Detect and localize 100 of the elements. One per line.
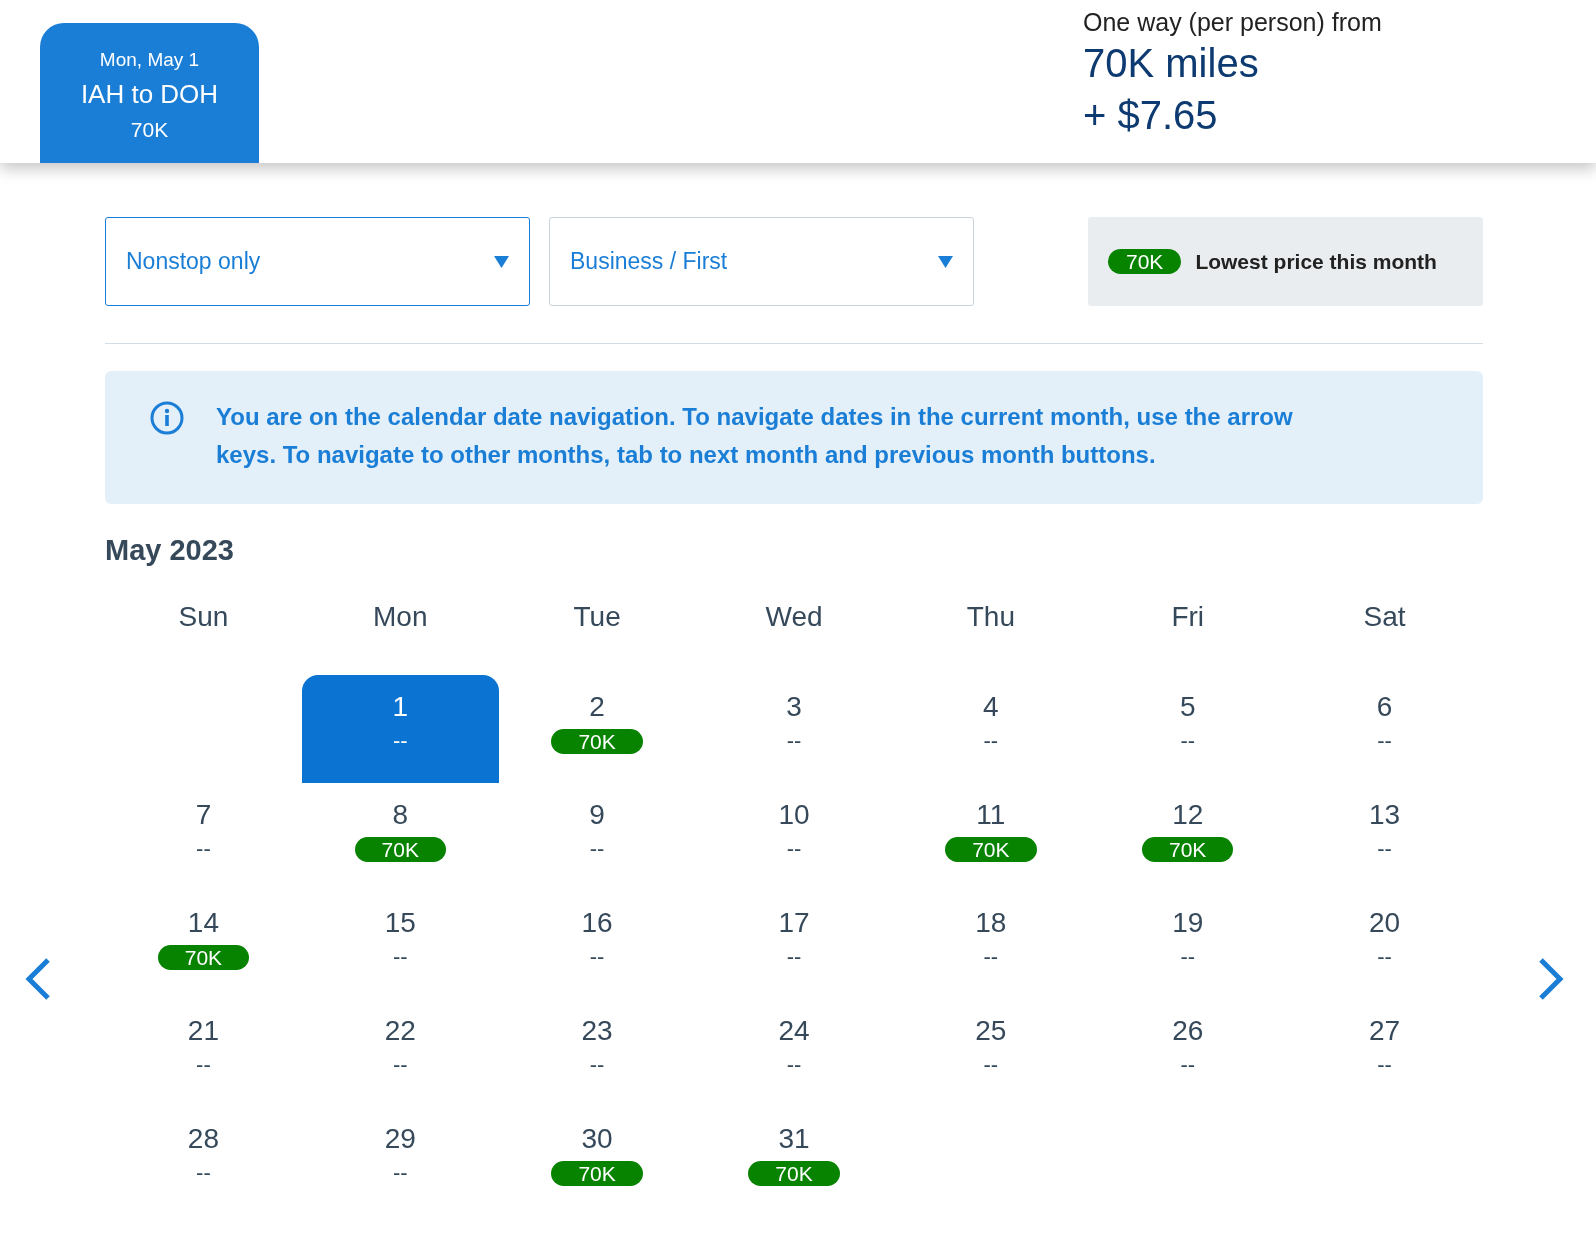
tab-price: 70K	[130, 117, 169, 142]
filter-dropdown[interactable]: Nonstop only	[105, 217, 530, 306]
day-price: --	[1377, 945, 1392, 969]
month-title: May 2023	[105, 534, 235, 567]
price-badge: 70K	[945, 837, 1037, 862]
day-number: 4	[983, 691, 999, 723]
calendar-day[interactable]: 26 --	[1089, 999, 1287, 1107]
calendar-day[interactable]: 12 70K	[1089, 783, 1287, 891]
day-number: 27	[1369, 1015, 1401, 1047]
price-badge: 70K	[354, 837, 446, 862]
weekday-label: Wed	[764, 600, 824, 634]
price-badge: 70K	[1108, 249, 1182, 274]
calendar-day[interactable]: 21 --	[105, 999, 302, 1107]
day-price: --	[983, 1053, 999, 1077]
calendar-day[interactable]: 27 --	[1286, 999, 1483, 1107]
weekday-label: Tue	[572, 600, 622, 634]
day-number: 29	[384, 1123, 416, 1155]
next-month-icon[interactable]	[1537, 957, 1565, 1001]
day-number: 3	[786, 691, 802, 723]
filter-dropdown[interactable]: Business / First	[549, 217, 974, 306]
calendar-day[interactable]: 14 70K	[105, 891, 302, 999]
day-price: --	[1377, 1053, 1392, 1077]
day-number: 30	[581, 1123, 613, 1155]
day-number: 21	[187, 1015, 219, 1047]
day-number: 13	[1369, 799, 1401, 831]
calendar-day[interactable]: 22 --	[301, 999, 499, 1107]
calendar-day[interactable]: 18 --	[892, 891, 1090, 999]
calendar-day[interactable]: 13 --	[1286, 783, 1483, 891]
day-price: --	[1180, 1053, 1196, 1077]
day-price: --	[392, 729, 408, 753]
day-number: 2	[589, 691, 605, 723]
info-icon	[150, 401, 184, 435]
day-number: 7	[195, 799, 212, 831]
fare-cash: + $7.65	[1083, 92, 1218, 139]
price-badge: 70K	[1142, 837, 1234, 862]
day-number: 10	[778, 799, 810, 831]
calendar-day[interactable]: 6 --	[1286, 675, 1483, 783]
calendar-day[interactable]: 10 --	[695, 783, 893, 891]
day-number: 16	[581, 907, 613, 939]
calendar-day[interactable]: 4 --	[892, 675, 1090, 783]
day-number: 5	[1179, 691, 1196, 723]
day-number: 14	[187, 907, 219, 939]
day-number: 26	[1172, 1015, 1204, 1047]
day-number: 22	[384, 1015, 416, 1047]
calendar-day[interactable]: 28 --	[105, 1107, 302, 1215]
calendar-day[interactable]: 9 --	[498, 783, 696, 891]
weekday-label: Sat	[1362, 600, 1407, 634]
calendar-day[interactable]: 19 --	[1089, 891, 1287, 999]
day-price: --	[196, 837, 211, 861]
calendar-day[interactable]: 7 --	[105, 783, 302, 891]
calendar-day[interactable]: 24 --	[695, 999, 893, 1107]
day-number: 28	[187, 1123, 219, 1155]
calendar-day[interactable]: 5 --	[1089, 675, 1287, 783]
calendar-day[interactable]: 2 70K	[498, 675, 696, 783]
day-price: --	[1377, 837, 1392, 861]
calendar-day[interactable]: 23 --	[498, 999, 696, 1107]
price-badge: 70K	[551, 729, 643, 754]
day-price: --	[1180, 945, 1196, 969]
calendar-day[interactable]: 1 --	[301, 675, 499, 783]
day-price: --	[196, 1161, 211, 1185]
day-number: 20	[1369, 907, 1401, 939]
calendar-day[interactable]: 17 --	[695, 891, 893, 999]
day-price: --	[392, 1053, 408, 1077]
flight-tab[interactable]: Mon, May 1 IAH to DOH 70K	[40, 23, 259, 163]
calendar-day[interactable]: 15 --	[301, 891, 499, 999]
day-price: --	[589, 945, 605, 969]
day-price: --	[786, 729, 802, 753]
day-number: 23	[581, 1015, 613, 1047]
day-number: 19	[1172, 907, 1204, 939]
calendar-day[interactable]: 3 --	[695, 675, 893, 783]
day-number: 15	[384, 907, 416, 939]
calendar-day[interactable]: 29 --	[301, 1107, 499, 1215]
price-badge: 70K	[748, 1161, 840, 1186]
fare-miles: 70K miles	[1083, 40, 1259, 87]
legend-text: Lowest price this month	[1195, 249, 1437, 274]
weekday-label: Mon	[372, 600, 429, 634]
price-badge: 70K	[551, 1161, 643, 1186]
day-price: --	[392, 1161, 408, 1185]
day-price: --	[983, 729, 999, 753]
calendar-day[interactable]: 20 --	[1286, 891, 1483, 999]
day-price: --	[786, 837, 802, 861]
day-number: 6	[1376, 691, 1393, 723]
calendar-day[interactable]: 16 --	[498, 891, 696, 999]
calendar-day[interactable]: 8 70K	[301, 783, 499, 891]
calendar-day[interactable]: 11 70K	[892, 783, 1090, 891]
calendar-day[interactable]: 25 --	[892, 999, 1090, 1107]
day-number: 11	[976, 799, 1006, 831]
day-price: --	[196, 1053, 211, 1077]
day-price: --	[1377, 729, 1392, 753]
calendar-day[interactable]: 31 70K	[695, 1107, 893, 1215]
tab-date: Mon, May 1	[99, 48, 200, 71]
day-number: 8	[392, 799, 409, 831]
day-number: 24	[778, 1015, 810, 1047]
calendar-day[interactable]: 30 70K	[498, 1107, 696, 1215]
previous-month-icon[interactable]	[24, 957, 52, 1001]
day-price: --	[589, 1053, 605, 1077]
day-number: 18	[975, 907, 1007, 939]
fare-label: One way (per person) from	[1083, 8, 1382, 37]
day-price: --	[983, 945, 999, 969]
day-price: --	[392, 945, 408, 969]
